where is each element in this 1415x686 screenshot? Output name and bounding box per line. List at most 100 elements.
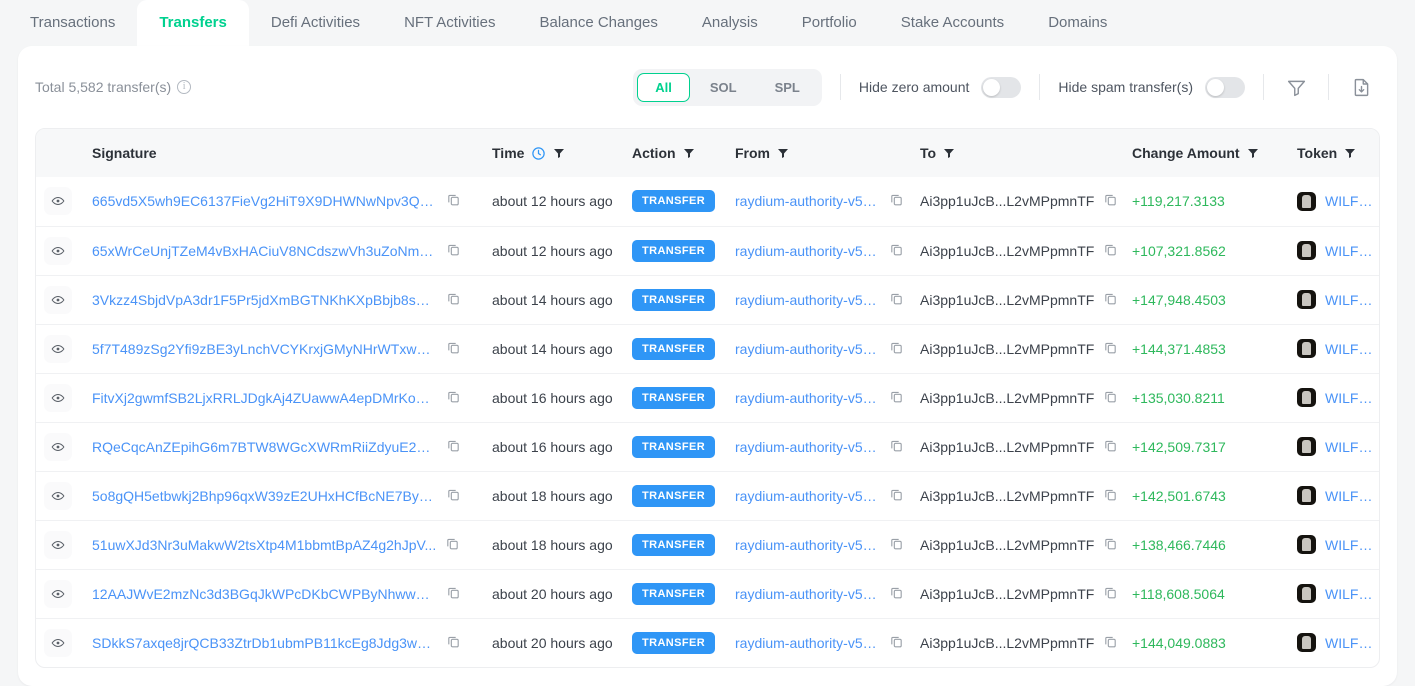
column-filter-icon[interactable] <box>1344 147 1356 159</box>
tab-defi-activities[interactable]: Defi Activities <box>249 0 382 46</box>
tab-balance-changes[interactable]: Balance Changes <box>517 0 679 46</box>
info-circle-icon[interactable]: i <box>177 80 191 94</box>
copy-icon[interactable] <box>889 438 904 456</box>
tab-transfers[interactable]: Transfers <box>137 0 249 46</box>
to-address-text[interactable]: Ai3pp1uJcB...L2vMPpmnTF <box>920 341 1094 357</box>
to-address-text[interactable]: Ai3pp1uJcB...L2vMPpmnTF <box>920 439 1094 455</box>
tab-portfolio[interactable]: Portfolio <box>780 0 879 46</box>
copy-icon[interactable] <box>889 192 904 210</box>
from-address-link[interactable]: raydium-authority-v5.sol <box>735 243 880 259</box>
copy-icon[interactable] <box>889 291 904 309</box>
view-details-eye-icon[interactable] <box>44 187 72 215</box>
signature-link[interactable]: 3Vkzz4SbjdVpA3dr1F5Pr5jdXmBGTNKhKXpBbjb8… <box>92 292 437 308</box>
segment-all[interactable]: All <box>637 73 690 102</box>
copy-icon[interactable] <box>446 291 461 309</box>
to-address-text[interactable]: Ai3pp1uJcB...L2vMPpmnTF <box>920 243 1094 259</box>
from-address-link[interactable]: raydium-authority-v5.sol <box>735 537 880 553</box>
token-name-link[interactable]: WILFRED <box>1325 537 1377 553</box>
token-name-link[interactable]: WILFRED <box>1325 390 1377 406</box>
signature-link[interactable]: SDkkS7axqe8jrQCB33ZtrDb1ubmPB11kcEg8Jdg3… <box>92 635 437 651</box>
copy-icon[interactable] <box>446 340 461 358</box>
copy-icon[interactable] <box>889 242 904 260</box>
token-name-link[interactable]: WILFRED <box>1325 193 1377 209</box>
column-filter-icon[interactable] <box>777 147 789 159</box>
copy-icon[interactable] <box>1103 487 1118 505</box>
signature-link[interactable]: RQeCqcAnZEpihG6m7BTW8WGcXWRmRiiZdyuE2nws… <box>92 439 437 455</box>
column-filter-icon[interactable] <box>553 147 565 159</box>
copy-icon[interactable] <box>446 634 461 652</box>
tab-nft-activities[interactable]: NFT Activities <box>382 0 517 46</box>
hide-zero-amount-toggle[interactable] <box>981 77 1021 98</box>
view-details-eye-icon[interactable] <box>44 286 72 314</box>
clock-icon[interactable] <box>531 146 546 161</box>
token-name-link[interactable]: WILFRED <box>1325 341 1377 357</box>
copy-icon[interactable] <box>1103 585 1118 603</box>
tab-analysis[interactable]: Analysis <box>680 0 780 46</box>
copy-icon[interactable] <box>445 536 460 554</box>
copy-icon[interactable] <box>446 192 461 210</box>
copy-icon[interactable] <box>889 536 904 554</box>
from-address-link[interactable]: raydium-authority-v5.sol <box>735 341 880 357</box>
signature-link[interactable]: 5f7T489zSg2Yfi9zBE3yLnchVCYKrxjGMyNHrWTx… <box>92 341 437 357</box>
to-address-text[interactable]: Ai3pp1uJcB...L2vMPpmnTF <box>920 488 1094 504</box>
from-address-link[interactable]: raydium-authority-v5.sol <box>735 193 880 209</box>
token-name-link[interactable]: WILFRED <box>1325 635 1377 651</box>
from-address-link[interactable]: raydium-authority-v5.sol <box>735 390 880 406</box>
view-details-eye-icon[interactable] <box>44 531 72 559</box>
token-name-link[interactable]: WILFRED <box>1325 586 1377 602</box>
copy-icon[interactable] <box>1103 438 1118 456</box>
copy-icon[interactable] <box>1103 192 1118 210</box>
segment-spl[interactable]: SPL <box>757 73 818 102</box>
signature-link[interactable]: 12AAJWvE2mzNc3d3BGqJkWPcDKbCWPByNhwwax1.… <box>92 586 437 602</box>
signature-link[interactable]: 665vd5X5wh9EC6137FieVg2HiT9X9DHWNwNpv3QF… <box>92 193 437 209</box>
to-address-text[interactable]: Ai3pp1uJcB...L2vMPpmnTF <box>920 537 1094 553</box>
copy-icon[interactable] <box>1103 291 1118 309</box>
view-details-eye-icon[interactable] <box>44 629 72 657</box>
copy-icon[interactable] <box>889 487 904 505</box>
copy-icon[interactable] <box>1103 389 1118 407</box>
copy-icon[interactable] <box>446 389 461 407</box>
view-details-eye-icon[interactable] <box>44 433 72 461</box>
tab-stake-accounts[interactable]: Stake Accounts <box>879 0 1026 46</box>
from-address-link[interactable]: raydium-authority-v5.sol <box>735 635 880 651</box>
to-address-text[interactable]: Ai3pp1uJcB...L2vMPpmnTF <box>920 292 1094 308</box>
funnel-filter-icon[interactable] <box>1282 73 1310 101</box>
hide-spam-transfers-toggle[interactable] <box>1205 77 1245 98</box>
column-filter-icon[interactable] <box>943 147 955 159</box>
to-address-text[interactable]: Ai3pp1uJcB...L2vMPpmnTF <box>920 390 1094 406</box>
copy-icon[interactable] <box>1103 536 1118 554</box>
copy-icon[interactable] <box>889 585 904 603</box>
download-file-icon[interactable] <box>1347 73 1375 101</box>
to-address-text[interactable]: Ai3pp1uJcB...L2vMPpmnTF <box>920 586 1094 602</box>
view-details-eye-icon[interactable] <box>44 482 72 510</box>
copy-icon[interactable] <box>889 340 904 358</box>
copy-icon[interactable] <box>1103 242 1118 260</box>
to-address-text[interactable]: Ai3pp1uJcB...L2vMPpmnTF <box>920 193 1094 209</box>
tab-domains[interactable]: Domains <box>1026 0 1129 46</box>
token-name-link[interactable]: WILFRED <box>1325 243 1377 259</box>
view-details-eye-icon[interactable] <box>44 384 72 412</box>
view-details-eye-icon[interactable] <box>44 580 72 608</box>
from-address-link[interactable]: raydium-authority-v5.sol <box>735 586 880 602</box>
from-address-link[interactable]: raydium-authority-v5.sol <box>735 292 880 308</box>
copy-icon[interactable] <box>446 242 461 260</box>
segment-sol[interactable]: SOL <box>692 73 755 102</box>
to-address-text[interactable]: Ai3pp1uJcB...L2vMPpmnTF <box>920 635 1094 651</box>
token-name-link[interactable]: WILFRED <box>1325 439 1377 455</box>
copy-icon[interactable] <box>446 438 461 456</box>
signature-link[interactable]: 65xWrCeUnjTZeM4vBxHACiuV8NCdszwVh3uZoNmT… <box>92 243 437 259</box>
token-name-link[interactable]: WILFRED <box>1325 292 1377 308</box>
tab-transactions[interactable]: Transactions <box>8 0 137 46</box>
token-name-link[interactable]: WILFRED <box>1325 488 1377 504</box>
copy-icon[interactable] <box>1103 634 1118 652</box>
view-details-eye-icon[interactable] <box>44 237 72 265</box>
copy-icon[interactable] <box>889 389 904 407</box>
copy-icon[interactable] <box>1103 340 1118 358</box>
column-filter-icon[interactable] <box>1247 147 1259 159</box>
signature-link[interactable]: 5o8gQH5etbwkj2Bhp96qxW39zE2UHxHCfBcNE7By… <box>92 488 437 504</box>
column-filter-icon[interactable] <box>683 147 695 159</box>
view-details-eye-icon[interactable] <box>44 335 72 363</box>
copy-icon[interactable] <box>446 585 461 603</box>
copy-icon[interactable] <box>889 634 904 652</box>
signature-link[interactable]: FitvXj2gwmfSB2LjxRRLJDgkAj4ZUawwA4epDMrK… <box>92 390 437 406</box>
